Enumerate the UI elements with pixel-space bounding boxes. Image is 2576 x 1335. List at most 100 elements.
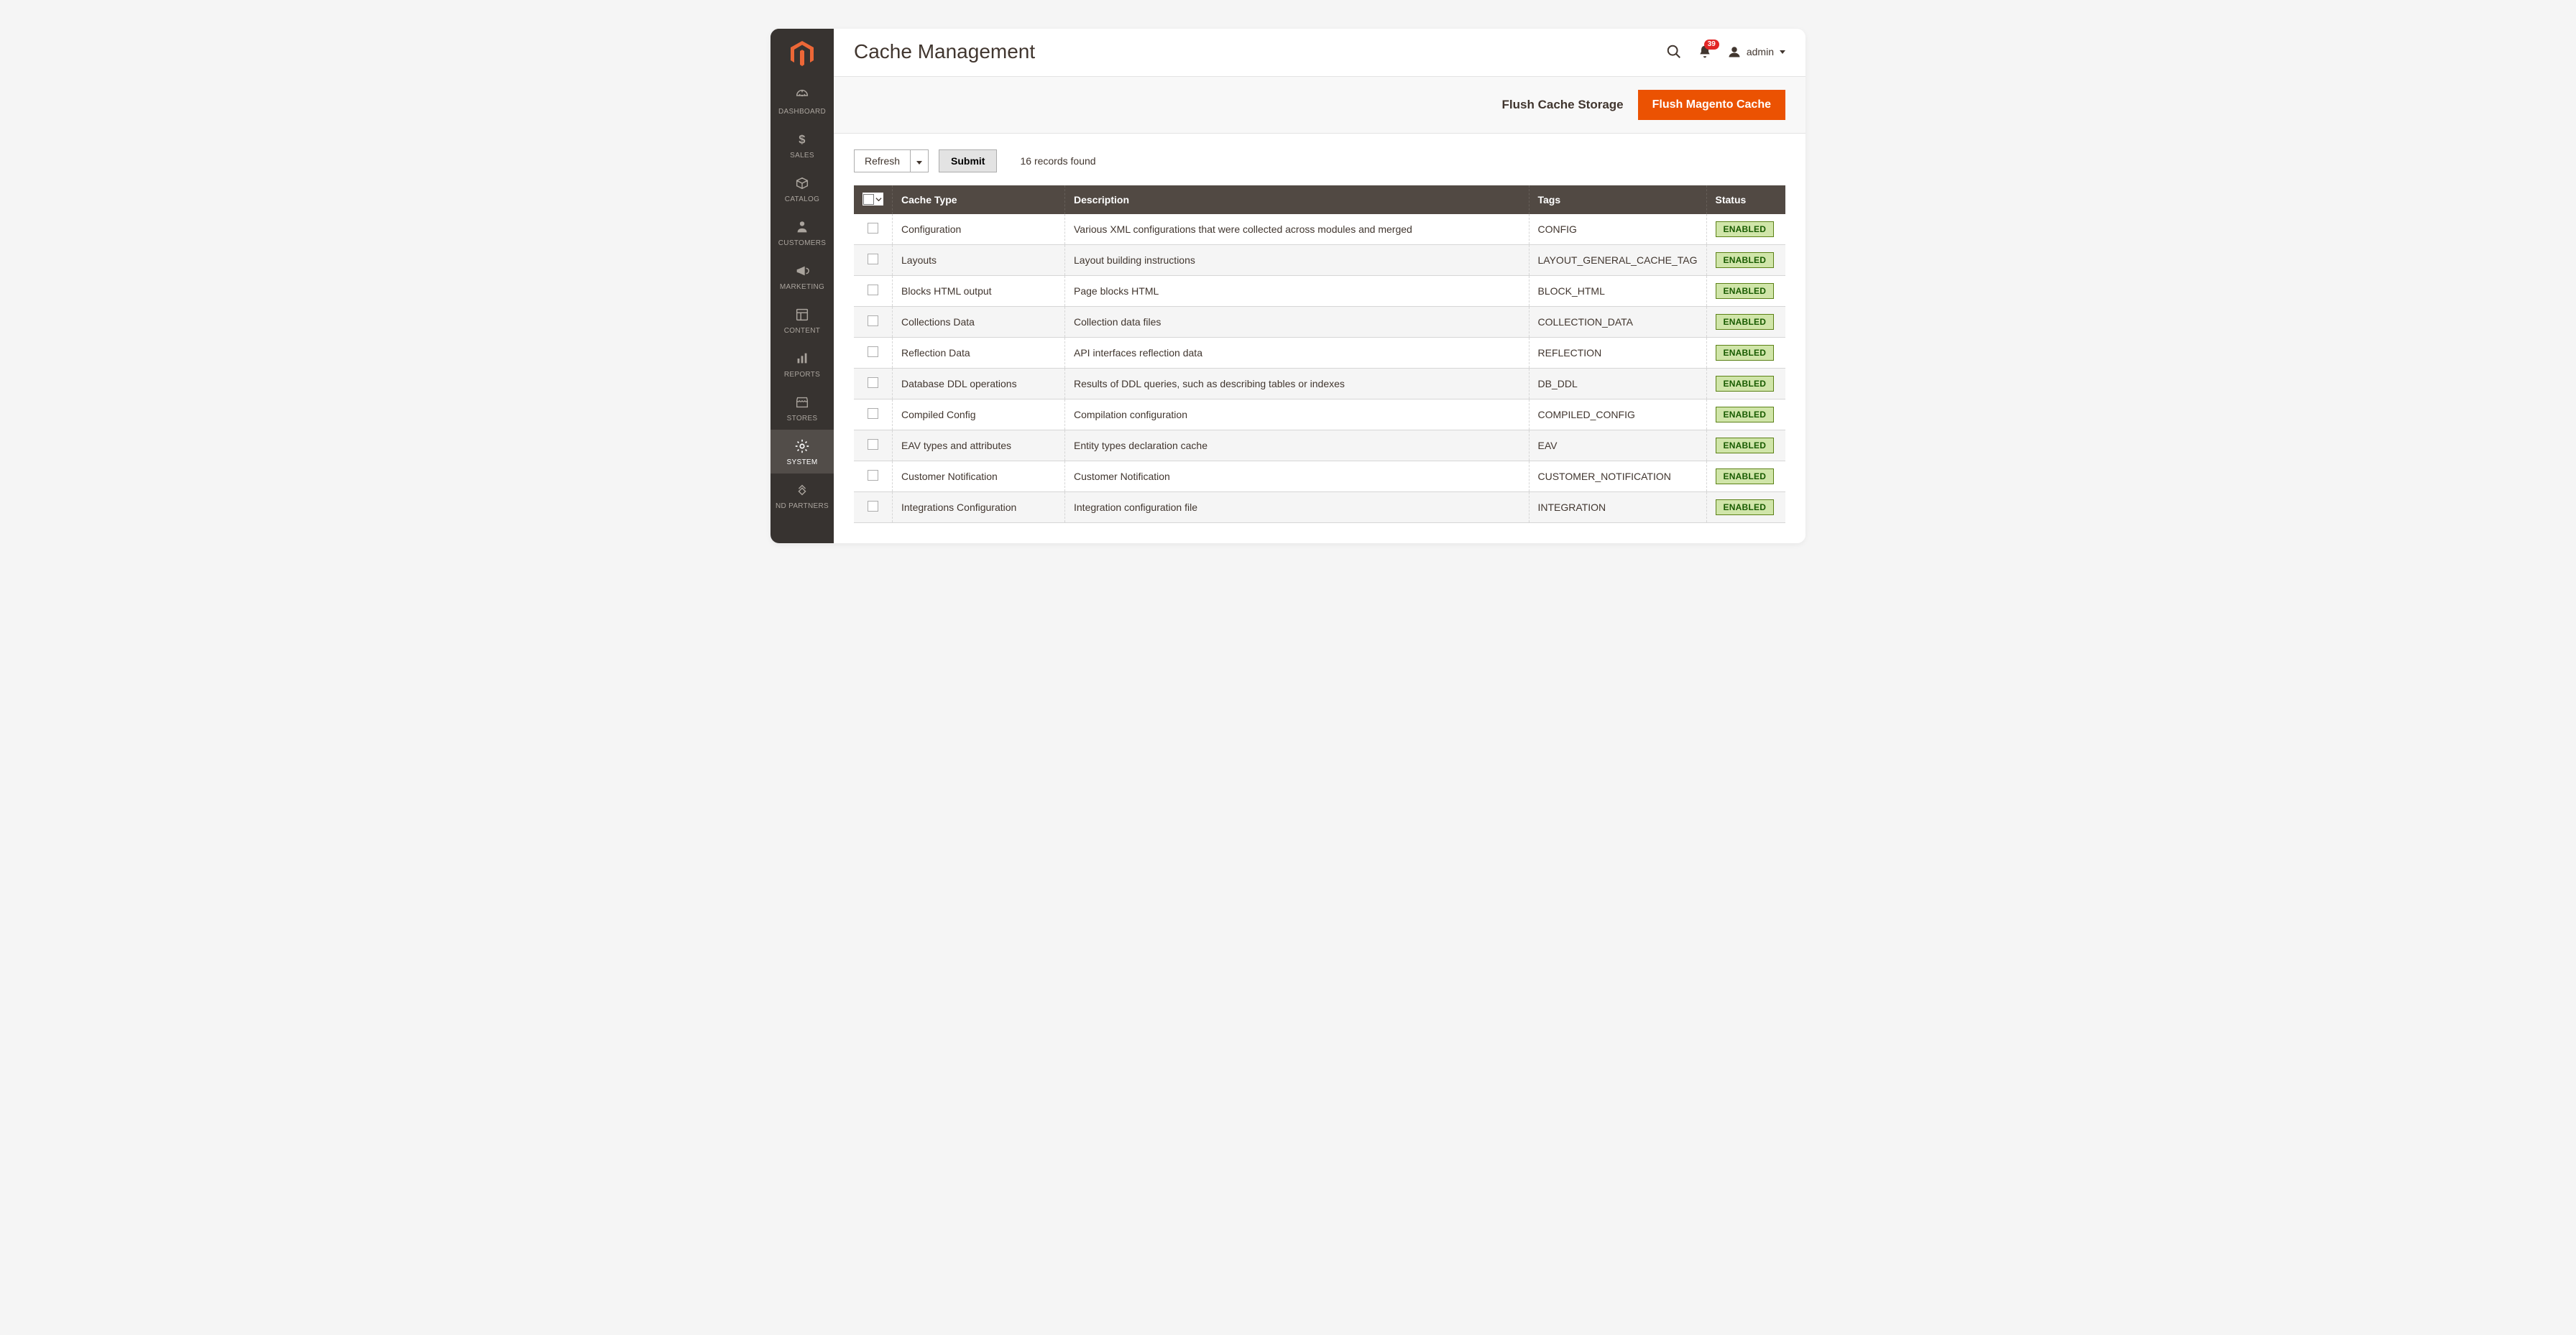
cell-tags: INTEGRATION (1529, 491, 1706, 522)
chart-icon (794, 351, 810, 366)
status-badge: ENABLED (1716, 252, 1775, 268)
sidebar-item-dashboard[interactable]: DASHBOARD (770, 79, 834, 123)
cell-cache-type: Configuration (893, 214, 1065, 245)
topbar: Cache Management 39 adm (834, 29, 1806, 76)
dashboard-icon (794, 88, 810, 103)
row-checkbox[interactable] (868, 315, 878, 326)
sidebar-item-sales[interactable]: $ SALES (770, 123, 834, 167)
sidebar-item-content[interactable]: CONTENT (770, 298, 834, 342)
grid-toolbar: Refresh Submit 16 records found (834, 134, 1806, 185)
box-icon (794, 175, 810, 191)
app-window: DASHBOARD $ SALES CATALOG CUSTOMERS MARKETING… (770, 29, 1806, 543)
dollar-icon: $ (794, 131, 810, 147)
magento-logo[interactable] (770, 29, 834, 79)
cell-description: Various XML configurations that were col… (1065, 214, 1530, 245)
row-checkbox[interactable] (868, 346, 878, 357)
table-row[interactable]: Reflection DataAPI interfaces reflection… (854, 337, 1785, 368)
sidebar-item-catalog[interactable]: CATALOG (770, 167, 834, 211)
table-row[interactable]: EAV types and attributesEntity types dec… (854, 430, 1785, 461)
notifications-button[interactable]: 39 (1698, 44, 1712, 60)
status-badge: ENABLED (1716, 468, 1775, 484)
megaphone-icon (794, 263, 810, 279)
sidebar-item-label: REPORTS (784, 371, 820, 379)
sidebar-item-label: CUSTOMERS (778, 239, 826, 247)
table-row[interactable]: Customer NotificationCustomer Notificati… (854, 461, 1785, 491)
table-row[interactable]: Compiled ConfigCompilation configuration… (854, 399, 1785, 430)
status-badge: ENABLED (1716, 345, 1775, 361)
status-badge: ENABLED (1716, 407, 1775, 422)
flush-cache-storage-button[interactable]: Flush Cache Storage (1502, 98, 1624, 112)
sidebar-item-stores[interactable]: STORES (770, 386, 834, 430)
col-header-type[interactable]: Cache Type (893, 185, 1065, 214)
cell-cache-type: Reflection Data (893, 337, 1065, 368)
page-title: Cache Management (854, 40, 1035, 63)
search-icon (1666, 44, 1682, 60)
table-row[interactable]: ConfigurationVarious XML configurations … (854, 214, 1785, 245)
sidebar-item-marketing[interactable]: MARKETING (770, 254, 834, 298)
table-row[interactable]: Database DDL operationsResults of DDL qu… (854, 368, 1785, 399)
status-badge: ENABLED (1716, 499, 1775, 515)
cell-description: Customer Notification (1065, 461, 1530, 491)
status-badge: ENABLED (1716, 376, 1775, 392)
mass-action-select[interactable]: Refresh (854, 149, 911, 172)
table-row[interactable]: Blocks HTML outputPage blocks HTMLBLOCK_… (854, 275, 1785, 306)
col-header-status[interactable]: Status (1706, 185, 1785, 214)
cell-tags: DB_DDL (1529, 368, 1706, 399)
row-checkbox[interactable] (868, 223, 878, 234)
sidebar-item-system[interactable]: SYSTEM (770, 430, 834, 474)
records-found-label: 16 records found (1020, 155, 1095, 167)
sidebar-item-label: SYSTEM (787, 458, 818, 466)
row-checkbox[interactable] (868, 470, 878, 481)
cell-description: Compilation configuration (1065, 399, 1530, 430)
partners-icon (794, 482, 810, 498)
person-icon (794, 219, 810, 235)
sidebar-item-label: MARKETING (780, 283, 824, 291)
sidebar-item-reports[interactable]: REPORTS (770, 342, 834, 386)
cell-description: Entity types declaration cache (1065, 430, 1530, 461)
cell-tags: COLLECTION_DATA (1529, 306, 1706, 337)
submit-button[interactable]: Submit (939, 149, 997, 172)
cell-tags: BLOCK_HTML (1529, 275, 1706, 306)
row-checkbox[interactable] (868, 285, 878, 295)
row-checkbox[interactable] (868, 501, 878, 512)
cell-cache-type: Database DDL operations (893, 368, 1065, 399)
col-header-description[interactable]: Description (1065, 185, 1530, 214)
row-checkbox[interactable] (868, 439, 878, 450)
row-checkbox[interactable] (868, 377, 878, 388)
user-menu[interactable]: admin (1728, 45, 1785, 58)
cell-tags: LAYOUT_GENERAL_CACHE_TAG (1529, 244, 1706, 275)
cell-cache-type: Customer Notification (893, 461, 1065, 491)
layout-icon (794, 307, 810, 323)
cache-table-wrap: Cache Type Description Tags Status Confi… (834, 185, 1806, 543)
storefront-icon (794, 394, 810, 410)
sidebar-item-label: CONTENT (784, 327, 820, 335)
sidebar-item-customers[interactable]: CUSTOMERS (770, 211, 834, 254)
status-badge: ENABLED (1716, 221, 1775, 237)
select-all-checkbox[interactable] (862, 193, 883, 205)
sidebar-item-nd-partners[interactable]: ND PARTNERS (770, 474, 834, 517)
table-row[interactable]: Collections DataCollection data filesCOL… (854, 306, 1785, 337)
cell-tags: EAV (1529, 430, 1706, 461)
chevron-down-icon (875, 193, 882, 205)
svg-text:$: $ (799, 134, 805, 147)
sidebar-item-label: STORES (787, 415, 818, 422)
user-label: admin (1747, 46, 1774, 57)
user-icon (1728, 45, 1741, 58)
main-content: Cache Management 39 adm (834, 29, 1806, 543)
table-row[interactable]: LayoutsLayout building instructionsLAYOU… (854, 244, 1785, 275)
search-button[interactable] (1666, 44, 1682, 60)
cell-tags: CUSTOMER_NOTIFICATION (1529, 461, 1706, 491)
flush-magento-cache-button[interactable]: Flush Magento Cache (1638, 90, 1785, 120)
row-checkbox[interactable] (868, 254, 878, 264)
cell-cache-type: Integrations Configuration (893, 491, 1065, 522)
chevron-down-icon (1780, 50, 1785, 54)
action-bar: Flush Cache Storage Flush Magento Cache (834, 76, 1806, 134)
mass-action-dropdown[interactable] (911, 149, 929, 172)
col-header-tags[interactable]: Tags (1529, 185, 1706, 214)
row-checkbox[interactable] (868, 408, 878, 419)
table-row[interactable]: Integrations ConfigurationIntegration co… (854, 491, 1785, 522)
cell-description: Page blocks HTML (1065, 275, 1530, 306)
status-badge: ENABLED (1716, 283, 1775, 299)
cell-tags: CONFIG (1529, 214, 1706, 245)
sidebar-item-label: SALES (790, 152, 814, 160)
